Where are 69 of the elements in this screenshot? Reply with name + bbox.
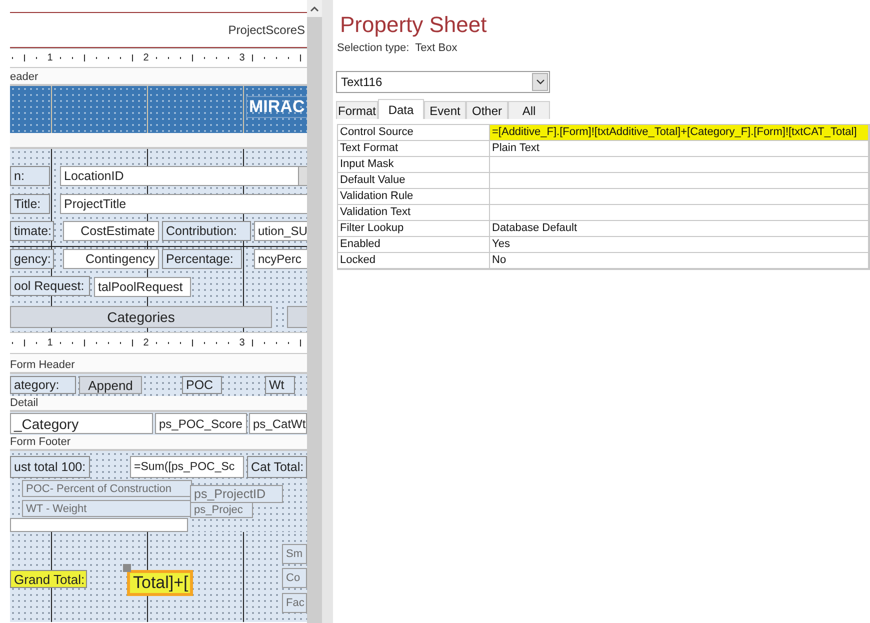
property-name: Text Format — [338, 141, 490, 157]
text-box: talPoolRequest — [94, 277, 191, 297]
property-name: Validation Rule — [338, 189, 490, 205]
command-button[interactable]: Append — [79, 376, 142, 394]
ruler-number: 1 — [47, 52, 53, 64]
field-label: Wt — [265, 376, 295, 394]
property-name: Enabled — [338, 237, 490, 253]
field-label: Grand Total: — [10, 570, 87, 588]
object-dropdown[interactable]: Text116 — [336, 71, 550, 93]
property-tab[interactable]: Other — [466, 101, 508, 119]
field-label: POC- Percent of Construction — [22, 480, 192, 497]
chevron-down-icon[interactable] — [536, 79, 544, 85]
field-label: ps_Projec — [190, 502, 253, 518]
property-value[interactable]: No — [490, 253, 869, 269]
property-name: Control Source — [338, 125, 490, 141]
text-box: ProjectTitle — [60, 194, 307, 214]
ruler-number: 2 — [143, 338, 149, 348]
property-tab[interactable]: Data — [378, 99, 424, 119]
field-label: Co — [282, 568, 307, 588]
property-tab[interactable]: Format — [336, 101, 378, 119]
selected-text-box: Total]+[ — [127, 570, 193, 596]
text-box: =Sum([ps_POC_Sc — [130, 456, 244, 478]
property-value[interactable]: Yes — [490, 237, 869, 253]
report-title: ProjectScoreS — [228, 23, 305, 37]
section-header: Form Header — [10, 359, 75, 372]
property-value[interactable]: Database Default — [490, 221, 869, 237]
resize-handle[interactable] — [123, 564, 131, 572]
field-label: gency: — [10, 249, 54, 269]
section-header: Detail — [10, 397, 38, 410]
ruler-number: 2 — [143, 52, 149, 64]
selection-type: Selection type: Text Box — [337, 42, 458, 54]
field-label: timate: — [10, 221, 54, 241]
ruler-number: 3 — [239, 52, 245, 64]
panel-title: Property Sheet — [340, 12, 488, 38]
text-box: ps_POC_Score — [155, 413, 247, 434]
property-name: Locked — [338, 253, 490, 269]
field-label: Title: — [10, 194, 50, 214]
field-label: Fac — [282, 593, 307, 613]
property-name: Input Mask — [338, 157, 490, 173]
ruler-number: 3 — [239, 338, 245, 348]
command-button[interactable]: Categories — [10, 306, 272, 328]
field-label: Sm — [282, 544, 307, 564]
text-box: ncyPerc — [254, 249, 307, 269]
text-box: ps_CatWt — [249, 413, 307, 434]
text-box: ution_SU — [254, 221, 307, 241]
field-label: WT - Weight — [22, 500, 192, 517]
combo-box[interactable]: LocationID — [60, 166, 307, 186]
property-name: Default Value — [338, 173, 490, 189]
text-box: Contingency — [63, 249, 159, 269]
property-name: Filter Lookup — [338, 221, 490, 237]
field-label: ust total 100: — [10, 456, 90, 478]
text-box: CostEstimate — [63, 221, 159, 241]
field-label: ategory: — [10, 376, 76, 394]
property-tab[interactable]: Event — [424, 101, 466, 119]
property-tab[interactable]: All — [508, 101, 550, 119]
field-label: Cat Total: — [247, 456, 307, 478]
field-label: Percentage: — [162, 249, 242, 269]
ruler-number: 1 — [47, 338, 53, 348]
property-value[interactable]: =[Additive_F].[Form]![txtAdditive_Total]+[Category_F].[Form]![txtCAT_Total] — [490, 125, 869, 141]
field-label: POC — [182, 376, 222, 394]
field-label: n: — [10, 166, 50, 186]
field-label: Contribution: — [162, 221, 251, 241]
text-box: _Category — [10, 413, 153, 434]
section-header: eader — [10, 71, 38, 84]
section-header: Form Footer — [10, 436, 71, 449]
field-label: ps_ProjectID — [190, 485, 283, 503]
property-value[interactable]: Plain Text — [490, 141, 869, 157]
property-name: Validation Text — [338, 205, 490, 221]
field-label: ool Request: — [10, 276, 90, 296]
